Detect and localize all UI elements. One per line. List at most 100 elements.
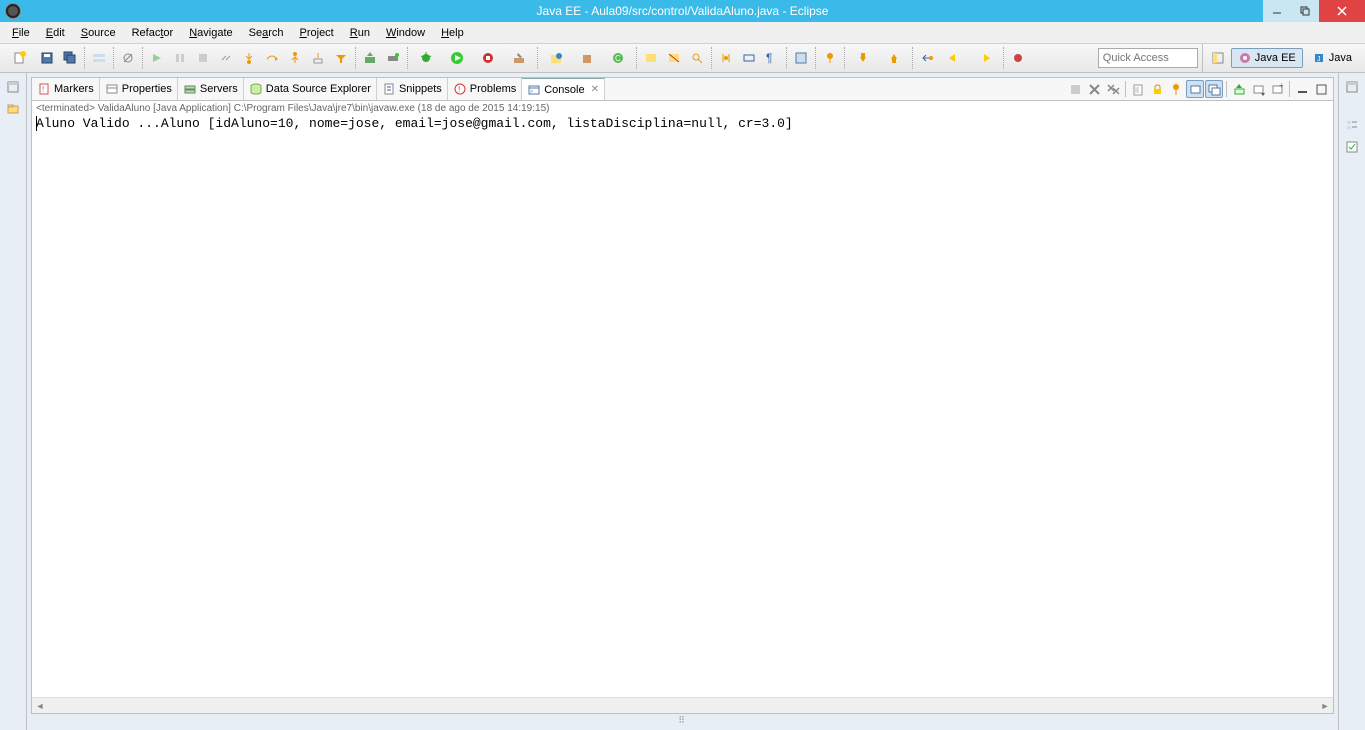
menu-help[interactable]: Help [433, 25, 472, 41]
tab-servers[interactable]: Servers [178, 78, 244, 100]
minimize-view-button[interactable] [1293, 80, 1311, 98]
new-button[interactable] [5, 47, 35, 69]
start-server-button[interactable] [382, 47, 404, 69]
display-selected-button[interactable] [1186, 80, 1204, 98]
new-java-project-button[interactable] [541, 47, 571, 69]
project-explorer-button[interactable] [3, 99, 23, 119]
window-controls [1263, 0, 1365, 22]
menu-run[interactable]: Run [342, 25, 378, 41]
perspective-label: Java [1329, 52, 1352, 64]
back-button[interactable] [939, 47, 969, 69]
console-status: <terminated> ValidaAluno [Java Applicati… [32, 101, 1333, 116]
customize-button[interactable] [1007, 47, 1029, 69]
minimize-button[interactable] [1263, 0, 1291, 22]
horizontal-scrollbar[interactable]: ◄ ► [32, 697, 1333, 713]
pin-editor-button[interactable] [819, 47, 841, 69]
save-button[interactable] [36, 47, 58, 69]
remove-launch-button[interactable] [1085, 80, 1103, 98]
tab-console[interactable]: >_ Console ✕ [522, 78, 605, 100]
disconnect-button[interactable] [215, 47, 237, 69]
step-return-button[interactable] [284, 47, 306, 69]
tab-label: Snippets [399, 83, 442, 95]
perspective-switcher: Java EE J Java [1202, 44, 1363, 72]
tab-markers[interactable]: ! Markers [32, 78, 100, 100]
menu-window[interactable]: Window [378, 25, 433, 41]
skip-breakpoints-button[interactable] [117, 47, 139, 69]
next-annotation-button[interactable] [848, 47, 878, 69]
outline-view-button[interactable] [1342, 115, 1362, 135]
terminate-console-button[interactable] [1066, 80, 1084, 98]
menu-refactor[interactable]: Refactor [124, 25, 182, 41]
toggle-breadcrumb-button[interactable] [88, 47, 110, 69]
menu-search[interactable]: Search [241, 25, 292, 41]
pin-console-button[interactable] [1167, 80, 1185, 98]
tab-label: Servers [200, 83, 238, 95]
tab-snippets[interactable]: Snippets [377, 78, 448, 100]
select-console-button[interactable] [1249, 80, 1267, 98]
tab-data-source-explorer[interactable]: Data Source Explorer [244, 78, 377, 100]
task-list-button[interactable] [1342, 137, 1362, 157]
tab-close-icon[interactable]: ✕ [588, 84, 599, 95]
toggle-mark-occurrences-button[interactable] [715, 47, 737, 69]
annotation-nav-button[interactable] [790, 47, 812, 69]
show-whitespace-button[interactable]: ¶ [761, 47, 783, 69]
restore-right-view-button[interactable] [1342, 77, 1362, 97]
open-task-button[interactable] [663, 47, 685, 69]
debug-button[interactable] [411, 47, 441, 69]
prev-annotation-button[interactable] [879, 47, 909, 69]
remove-all-button[interactable] [1104, 80, 1122, 98]
svg-text:!: ! [42, 85, 44, 94]
search-button[interactable] [686, 47, 708, 69]
console-output[interactable]: Aluno Valido ...Aluno [idAluno=10, nome=… [32, 116, 1333, 697]
last-edit-button[interactable] [916, 47, 938, 69]
tab-problems[interactable]: ! Problems [448, 78, 522, 100]
scroll-right-icon[interactable]: ► [1317, 699, 1333, 713]
main-toolbar: C ¶ [0, 44, 1365, 73]
show-console-on-out-button[interactable] [1230, 80, 1248, 98]
step-into-button[interactable] [238, 47, 260, 69]
maximize-view-button[interactable] [1312, 80, 1330, 98]
tab-properties[interactable]: Properties [100, 78, 178, 100]
console-icon: >_ [527, 83, 541, 97]
menu-navigate[interactable]: Navigate [181, 25, 240, 41]
new-class-button[interactable]: C [603, 47, 633, 69]
run-button[interactable] [442, 47, 472, 69]
step-over-button[interactable] [261, 47, 283, 69]
run-last-button[interactable] [473, 47, 503, 69]
forward-button[interactable] [970, 47, 1000, 69]
perspective-java-ee[interactable]: Java EE [1231, 48, 1303, 68]
servers-icon [183, 82, 197, 96]
open-console-button[interactable] [1205, 80, 1223, 98]
open-perspective-button[interactable] [1207, 47, 1229, 69]
properties-icon [105, 82, 119, 96]
suspend-button[interactable] [169, 47, 191, 69]
tab-label: Properties [122, 83, 172, 95]
perspective-label: Java EE [1255, 52, 1296, 64]
new-package-button[interactable] [572, 47, 602, 69]
publish-button[interactable] [359, 47, 381, 69]
scroll-left-icon[interactable]: ◄ [32, 699, 48, 713]
clear-console-button[interactable] [1129, 80, 1147, 98]
resume-button[interactable] [146, 47, 168, 69]
restore-view-button[interactable] [3, 77, 23, 97]
quick-access-input[interactable] [1098, 48, 1198, 68]
menu-source[interactable]: Source [73, 25, 124, 41]
close-button[interactable] [1319, 0, 1365, 22]
drop-to-frame-button[interactable] [307, 47, 329, 69]
use-step-filters-button[interactable] [330, 47, 352, 69]
scroll-lock-button[interactable] [1148, 80, 1166, 98]
maximize-button[interactable] [1291, 0, 1319, 22]
snippets-icon [382, 82, 396, 96]
new-console-button[interactable]: + [1268, 80, 1286, 98]
menu-edit[interactable]: Edit [38, 25, 73, 41]
save-all-button[interactable] [59, 47, 81, 69]
external-tools-button[interactable] [504, 47, 534, 69]
toggle-block-selection-button[interactable] [738, 47, 760, 69]
terminate-button[interactable] [192, 47, 214, 69]
sash-dots-icon: ⠿ [678, 715, 687, 726]
perspective-java[interactable]: J Java [1305, 48, 1359, 68]
sash-handle[interactable]: ⠿ [31, 714, 1334, 726]
open-type-button[interactable] [640, 47, 662, 69]
menu-file[interactable]: File [4, 25, 38, 41]
menu-project[interactable]: Project [292, 25, 342, 41]
